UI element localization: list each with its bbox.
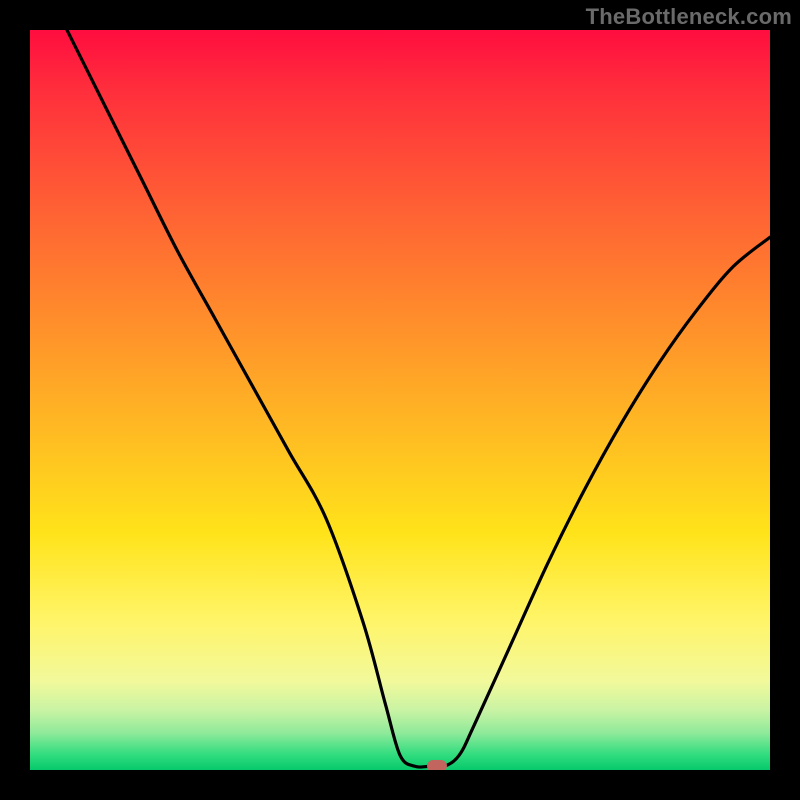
chart-frame: TheBottleneck.com bbox=[0, 0, 800, 800]
optimum-marker bbox=[427, 760, 447, 770]
watermark-text: TheBottleneck.com bbox=[586, 4, 792, 30]
bottleneck-curve bbox=[30, 30, 770, 770]
plot-area bbox=[30, 30, 770, 770]
